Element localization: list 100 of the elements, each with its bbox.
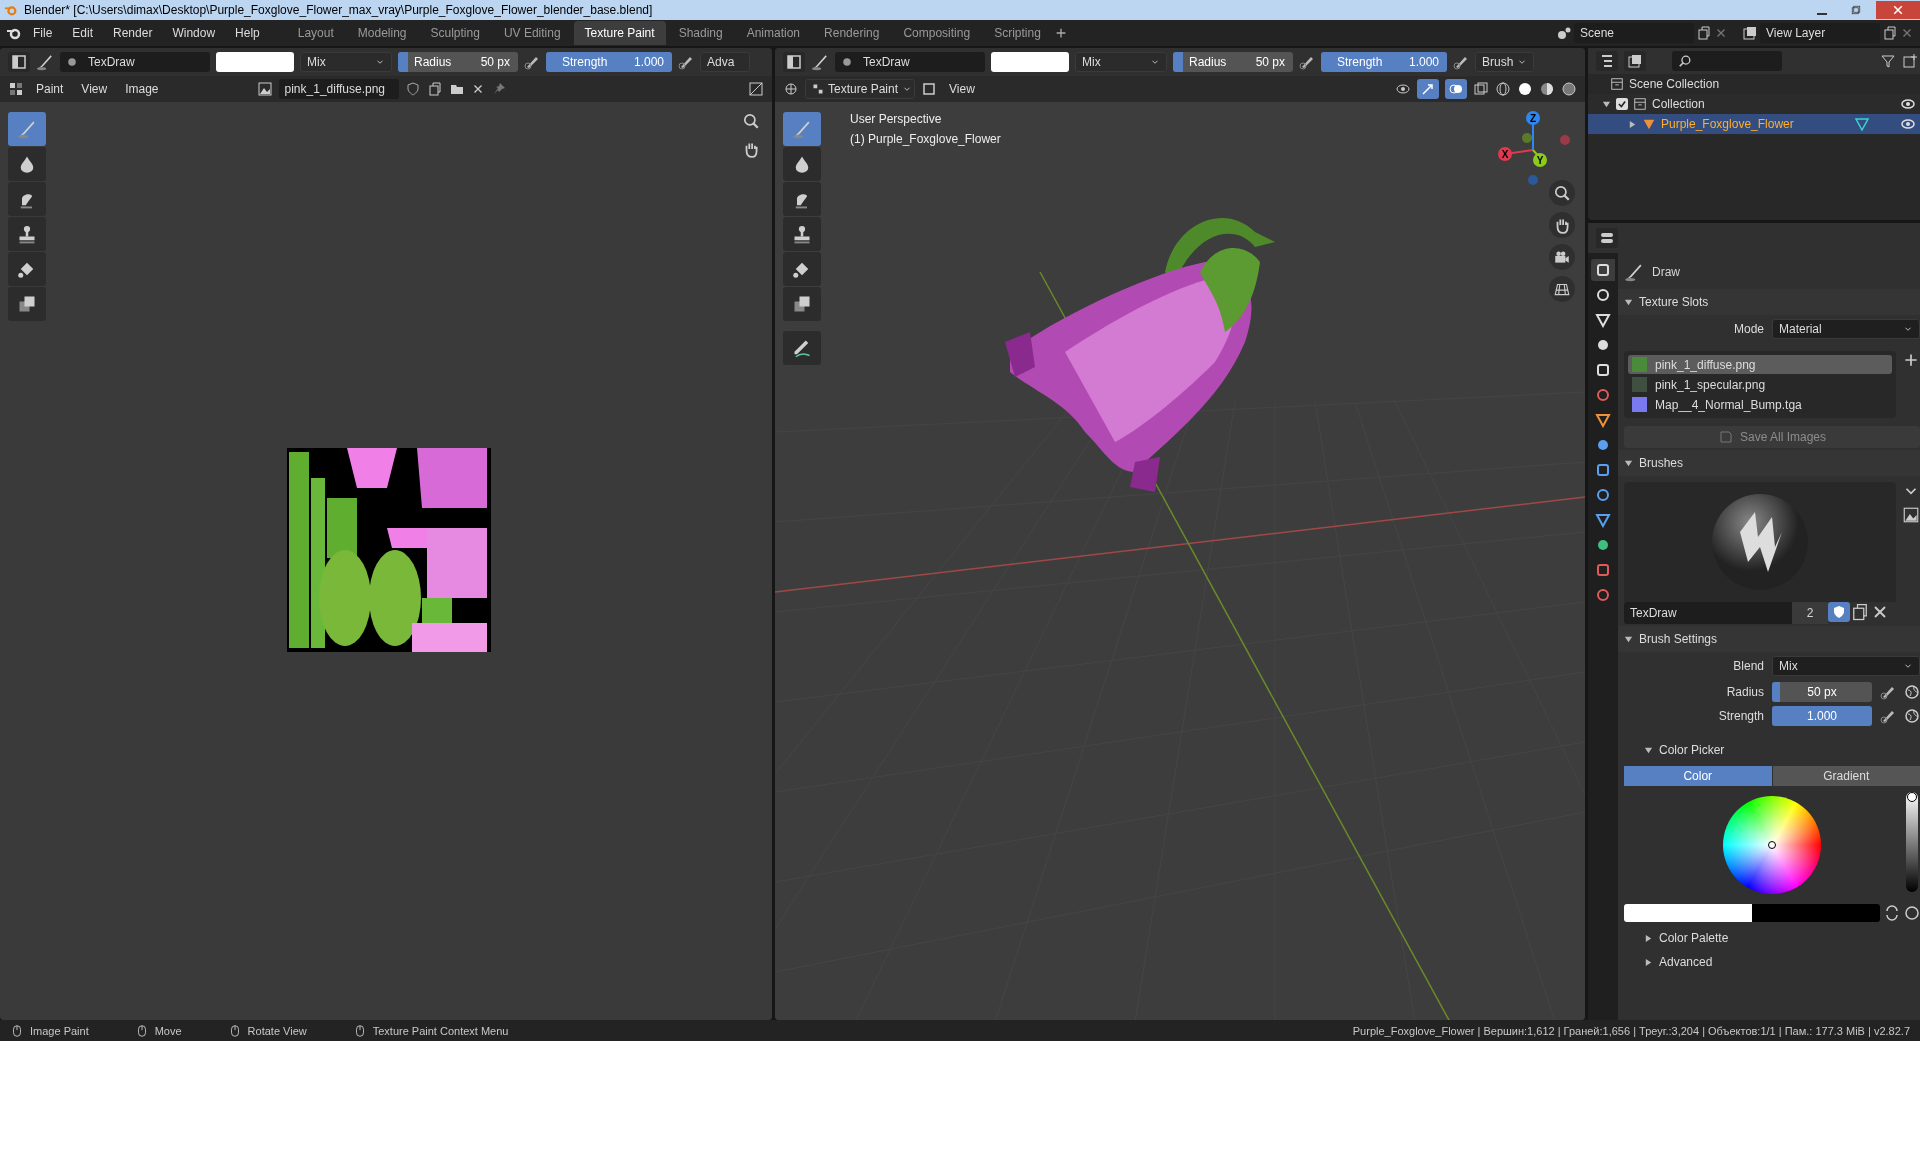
subpanel-header[interactable]: Color Palette bbox=[1624, 926, 1920, 950]
disclosure-triangle-icon[interactable] bbox=[1644, 957, 1653, 967]
image-name-field[interactable]: pink_1_diffuse.png bbox=[278, 79, 399, 99]
swap-icon[interactable] bbox=[1884, 905, 1900, 921]
editor-type-button[interactable] bbox=[1596, 51, 1618, 71]
disclosure-triangle-icon[interactable] bbox=[1602, 99, 1611, 109]
disclosure-triangle-icon[interactable] bbox=[1644, 745, 1653, 755]
strength-slider[interactable]: Strength 1.000 bbox=[546, 52, 672, 72]
wire-sphere-icon[interactable] bbox=[1495, 81, 1511, 97]
navigation-button[interactable] bbox=[1549, 276, 1575, 302]
filter-icon[interactable] bbox=[1880, 53, 1896, 69]
texture-slot[interactable]: pink_1_specular.png bbox=[1628, 375, 1892, 394]
eye-icon[interactable] bbox=[1395, 81, 1411, 97]
disclosure-triangle-icon[interactable] bbox=[1624, 297, 1633, 307]
menu-item[interactable]: File bbox=[24, 22, 62, 44]
more-button[interactable]: Adva bbox=[700, 52, 750, 72]
view-icon[interactable] bbox=[748, 81, 764, 97]
editor-type-button[interactable] bbox=[8, 52, 30, 72]
solid-sphere-icon[interactable] bbox=[1517, 81, 1533, 97]
menu-item[interactable]: Render bbox=[104, 22, 162, 44]
display-mode-button[interactable] bbox=[1624, 51, 1646, 71]
strength-slider[interactable]: 1.000 bbox=[1772, 706, 1872, 726]
panel-header[interactable]: Brushes bbox=[1618, 450, 1920, 476]
tool-button[interactable] bbox=[8, 252, 46, 286]
mode-dropdown[interactable]: Material bbox=[1772, 319, 1920, 339]
material-sphere-icon[interactable] bbox=[1539, 81, 1555, 97]
fake-user-button[interactable] bbox=[1828, 602, 1850, 622]
outliner-item[interactable]: Scene Collection bbox=[1629, 77, 1720, 91]
color-swatch[interactable] bbox=[1624, 904, 1880, 922]
subpanel-header[interactable]: Color Picker bbox=[1624, 738, 1920, 762]
tool-button[interactable] bbox=[783, 217, 821, 251]
tool-button[interactable] bbox=[8, 182, 46, 216]
tool-button[interactable] bbox=[783, 182, 821, 216]
user-count[interactable]: 2 bbox=[1792, 602, 1828, 624]
navigation-button[interactable] bbox=[1549, 180, 1575, 206]
render-sphere-icon[interactable] bbox=[1561, 81, 1577, 97]
close-button[interactable] bbox=[1876, 1, 1920, 19]
mesh-data-icon[interactable] bbox=[1853, 116, 1870, 132]
tool-button[interactable] bbox=[783, 252, 821, 286]
color-mode-tab[interactable]: Color bbox=[1624, 766, 1772, 786]
radius-slider[interactable]: Radius 50 px bbox=[398, 52, 518, 72]
texture-slot[interactable]: pink_1_diffuse.png bbox=[1628, 355, 1892, 374]
blend-dropdown[interactable]: Mix bbox=[300, 52, 392, 72]
workspace-tab[interactable]: UV Editing bbox=[492, 21, 572, 45]
slider-thumb[interactable] bbox=[1907, 792, 1917, 802]
eye-icon[interactable] bbox=[1900, 116, 1916, 132]
blend-dropdown[interactable]: Mix bbox=[1772, 656, 1920, 676]
new-collection-icon[interactable] bbox=[1902, 53, 1918, 69]
tool-button[interactable] bbox=[8, 287, 46, 321]
tool-button[interactable] bbox=[8, 147, 46, 181]
disclosure-triangle-icon[interactable] bbox=[1644, 933, 1653, 943]
workspace-tab[interactable]: Scripting bbox=[983, 21, 1052, 45]
navigation-button[interactable] bbox=[1549, 244, 1575, 270]
blend-dropdown[interactable]: Mix bbox=[1075, 52, 1167, 72]
shield-icon[interactable] bbox=[404, 81, 421, 97]
panel-header[interactable]: Texture Slots bbox=[1618, 289, 1920, 315]
color-mode-tab[interactable]: Gradient bbox=[1772, 766, 1920, 786]
copy-icon[interactable] bbox=[1882, 25, 1898, 41]
overlay-button[interactable] bbox=[1445, 79, 1467, 99]
menu-item[interactable]: Window bbox=[163, 22, 225, 44]
eye-icon[interactable] bbox=[1900, 96, 1916, 112]
color-swatch[interactable] bbox=[991, 52, 1069, 72]
menu-item[interactable]: Help bbox=[226, 22, 269, 44]
texture-slot[interactable]: Map__4_Normal_Bump.tga bbox=[1628, 395, 1892, 414]
zoom-icon[interactable] bbox=[742, 112, 760, 130]
brush-name-field[interactable]: TexDraw bbox=[1624, 602, 1792, 624]
scene-field[interactable]: Scene bbox=[1574, 23, 1694, 43]
menu-item[interactable]: Paint bbox=[30, 82, 70, 96]
menu-item[interactable]: Edit bbox=[63, 22, 103, 44]
brush-preview-drawing[interactable] bbox=[1710, 492, 1810, 592]
editor-type-button[interactable] bbox=[1596, 228, 1618, 248]
workspace-tab[interactable]: Rendering bbox=[813, 21, 891, 45]
strength-slider[interactable]: Strength 1.000 bbox=[1321, 52, 1447, 72]
view-layer-field[interactable]: View Layer bbox=[1760, 23, 1880, 43]
editor-type-button[interactable] bbox=[783, 52, 805, 72]
gizmo-button[interactable] bbox=[1417, 79, 1439, 99]
add-icon[interactable] bbox=[1902, 351, 1920, 369]
workspace-tab[interactable]: Modeling bbox=[346, 21, 418, 45]
menu-item[interactable]: View bbox=[75, 82, 114, 96]
disclosure-triangle-icon[interactable] bbox=[1628, 119, 1637, 129]
copy-icon[interactable] bbox=[1696, 25, 1712, 41]
workspace-tab[interactable]: Compositing bbox=[892, 21, 982, 45]
panel-header[interactable]: Brush Settings bbox=[1618, 626, 1920, 652]
brush-field[interactable]: TexDraw bbox=[835, 52, 985, 72]
radius-slider[interactable]: 50 px bbox=[1772, 682, 1872, 702]
workspace-tab[interactable]: Layout bbox=[286, 21, 345, 45]
workspace-tab[interactable]: Animation bbox=[735, 21, 812, 45]
menu-item[interactable]: Image bbox=[119, 82, 165, 96]
tool-button[interactable] bbox=[783, 331, 821, 365]
mode-dropdown[interactable]: Texture Paint bbox=[805, 79, 915, 99]
workspace-tab[interactable]: Shading bbox=[667, 21, 734, 45]
tool-button[interactable] bbox=[783, 287, 821, 321]
more-button[interactable]: Brush bbox=[1475, 52, 1535, 72]
disclosure-triangle-icon[interactable] bbox=[1624, 458, 1633, 468]
xray-icon[interactable] bbox=[1473, 81, 1489, 97]
value-slider[interactable] bbox=[1906, 792, 1918, 892]
axis-gizmo[interactable]: X Y Z bbox=[1495, 108, 1575, 188]
checkbox[interactable] bbox=[1616, 98, 1628, 110]
search-field[interactable] bbox=[1672, 51, 1782, 71]
brush-field[interactable]: TexDraw bbox=[60, 52, 210, 72]
